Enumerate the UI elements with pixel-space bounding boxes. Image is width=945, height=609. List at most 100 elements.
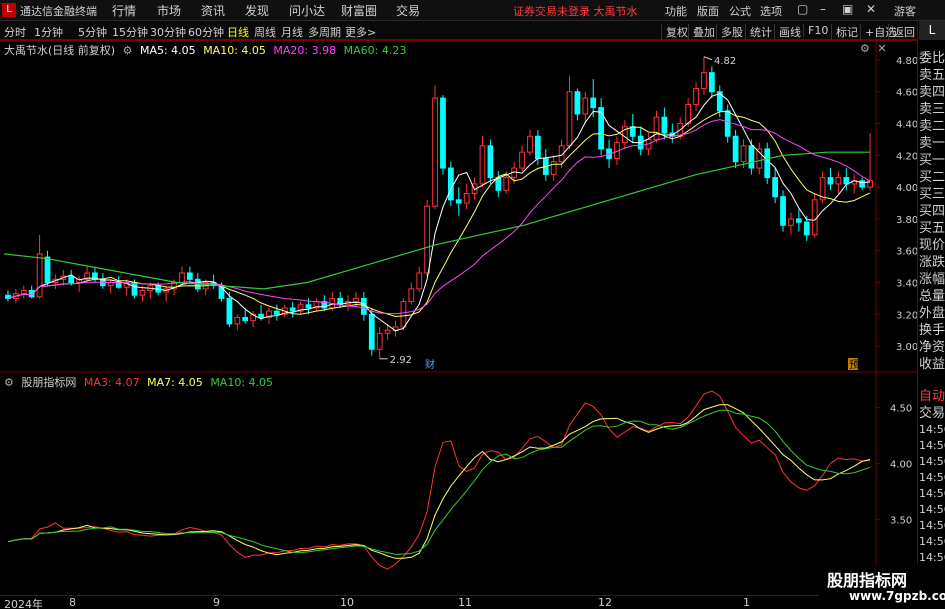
tab-weekly[interactable]: 周线 bbox=[254, 24, 276, 40]
tick-time: 14:56 bbox=[919, 455, 945, 468]
candle-body bbox=[811, 199, 818, 236]
tab-5min[interactable]: 5分钟 bbox=[78, 24, 107, 40]
date-axis[interactable]: 2024年 8 9 10 11 12 1 bbox=[0, 595, 917, 609]
candle-body bbox=[479, 145, 486, 185]
maximize-icon[interactable]: ▣ bbox=[842, 2, 853, 16]
main-legend: 大禹节水(日线 前复权) ⚙ MA5: 4.05 MA10: 4.05 MA20… bbox=[4, 42, 410, 58]
candle-body bbox=[384, 329, 391, 334]
candle-body bbox=[242, 316, 249, 322]
user-guest[interactable]: 游客 bbox=[894, 3, 916, 19]
tab-daily[interactable]: 日线 bbox=[227, 24, 249, 40]
tab-monthly[interactable]: 月线 bbox=[281, 24, 303, 40]
side-logo[interactable]: L bbox=[919, 21, 945, 40]
tab-more[interactable]: 更多> bbox=[345, 24, 376, 40]
tab-30min[interactable]: 30分钟 bbox=[150, 24, 186, 40]
legend-title: 大禹节水(日线 前复权) bbox=[4, 44, 116, 57]
f10-button[interactable]: F10 bbox=[803, 24, 828, 37]
tab-60min[interactable]: 60分钟 bbox=[188, 24, 224, 40]
toolbar-function[interactable]: 功能 bbox=[665, 3, 687, 19]
date-label: 1 bbox=[743, 596, 750, 609]
toolbar-formula[interactable]: 公式 bbox=[729, 3, 751, 19]
app-logo-icon: L bbox=[2, 3, 16, 17]
candle-body bbox=[827, 177, 834, 185]
menu-trade[interactable]: 交易 bbox=[396, 2, 420, 19]
candle-body bbox=[661, 116, 668, 134]
candle-body bbox=[835, 177, 842, 185]
tick-time: 14:56 bbox=[919, 471, 945, 484]
settings-icon[interactable]: ⚙ bbox=[123, 44, 133, 57]
menu-news[interactable]: 资讯 bbox=[201, 2, 225, 19]
chart-grid bbox=[0, 40, 917, 595]
candle-body bbox=[273, 310, 280, 315]
toolbar-options[interactable]: 选项 bbox=[760, 3, 782, 19]
date-label: 10 bbox=[340, 596, 354, 609]
close-panel-icon[interactable]: ✕ bbox=[877, 42, 886, 55]
panel-settings[interactable]: ⚙ ✕ bbox=[860, 42, 891, 55]
candle-body bbox=[740, 145, 747, 163]
candle-body bbox=[693, 88, 699, 105]
candle-body bbox=[440, 97, 446, 169]
candle-body bbox=[803, 221, 810, 236]
back-button[interactable]: 返回 bbox=[888, 24, 915, 40]
kline-chart[interactable]: 4.50 4.00 3.50 3.00 4.80 4.60 4.40 4.20 4.00 3.8… bbox=[0, 40, 918, 595]
date-label: 12 bbox=[598, 596, 612, 609]
candle-body bbox=[519, 151, 525, 169]
tab-15min[interactable]: 15分钟 bbox=[112, 24, 148, 40]
candle-body bbox=[795, 218, 802, 223]
candle-body bbox=[416, 272, 423, 290]
adjust-button[interactable]: 复权 bbox=[661, 24, 688, 40]
gear-icon[interactable]: ⚙ bbox=[860, 42, 870, 55]
candle-body bbox=[68, 275, 75, 284]
mark-button[interactable]: 标记 bbox=[831, 24, 858, 40]
settings-icon[interactable]: ⚙ bbox=[4, 376, 14, 389]
high-pointer bbox=[703, 56, 713, 61]
sub-legend-ma3: MA3: 4.07 bbox=[83, 376, 140, 389]
minimize-icon[interactable]: – bbox=[820, 2, 826, 16]
tab-multi-period[interactable]: 多周期 bbox=[308, 24, 341, 40]
candle-body bbox=[780, 196, 786, 226]
legend-ma5: MA5: 4.05 bbox=[139, 44, 196, 57]
candle-body bbox=[701, 72, 707, 90]
kline-chart-area[interactable]: 4.50 4.00 3.50 3.00 4.80 4.60 4.40 4.20 4.00 3.8… bbox=[0, 40, 918, 595]
draw-line-button[interactable]: 画线 bbox=[774, 24, 801, 40]
candle-body bbox=[36, 253, 43, 298]
tab-1min[interactable]: 1分钟 bbox=[34, 24, 63, 40]
price-tick-label: 3.40 bbox=[896, 279, 917, 290]
price-tick-label: 3.60 bbox=[896, 247, 917, 258]
restore-icon[interactable]: ▢ bbox=[797, 2, 808, 16]
tab-intraday[interactable]: 分时 bbox=[4, 24, 26, 40]
candle-body bbox=[234, 316, 241, 325]
candle-body bbox=[463, 192, 470, 204]
menu-wealth[interactable]: 财富圈 bbox=[341, 2, 377, 19]
watermark-name: 股朋指标网 bbox=[827, 571, 908, 590]
menu-discover[interactable]: 发现 bbox=[245, 2, 269, 19]
watermark-logo: 股朋指标网 www.7gpzb.com bbox=[819, 565, 945, 609]
side-tab-1[interactable]: 交易 bbox=[919, 402, 945, 421]
overlay-button[interactable]: 叠加 bbox=[688, 24, 715, 40]
sub-legend: ⚙ 股朋指标网 MA3: 4.07 MA7: 4.05 MA10: 4.05 bbox=[4, 374, 277, 390]
candle-body bbox=[226, 297, 233, 325]
candle-body bbox=[368, 313, 375, 350]
candle-body bbox=[550, 161, 557, 175]
sub-indicator: 4.504.003.503.00 bbox=[7, 390, 912, 582]
date-label: 11 bbox=[458, 596, 472, 609]
quote-side-panel: L 委比 卖五 卖四 卖三 卖二 卖一 买一 买二 买三 买四 买五 现价 涨跌 涨幅 总量 外盘 换手 净资 收益… bbox=[917, 21, 945, 609]
toolbar-layout[interactable]: 版面 bbox=[697, 3, 719, 19]
menu-market[interactable]: 市场 bbox=[157, 2, 181, 19]
menu-xiaoda[interactable]: 问小达 bbox=[289, 2, 325, 19]
tick-time: 14:56 bbox=[919, 487, 945, 500]
multi-stock-button[interactable]: 多股 bbox=[716, 24, 743, 40]
candle-body bbox=[859, 180, 866, 188]
statistics-button[interactable]: 统计 bbox=[745, 24, 772, 40]
legend-ma60: MA60: 4.23 bbox=[343, 44, 407, 57]
close-icon[interactable]: ✕ bbox=[866, 2, 876, 16]
candle-body bbox=[408, 288, 415, 303]
date-label: 8 bbox=[69, 596, 76, 609]
tick-time: 14:56 bbox=[919, 439, 945, 452]
candle-body bbox=[748, 145, 755, 169]
sub-ma3-line bbox=[7, 390, 871, 570]
menu-quotes[interactable]: 行情 bbox=[112, 2, 136, 19]
candle-body bbox=[574, 91, 581, 115]
app-title: 通达信金融终端 bbox=[20, 5, 97, 18]
price-tick-label: 4.80 bbox=[896, 56, 917, 67]
